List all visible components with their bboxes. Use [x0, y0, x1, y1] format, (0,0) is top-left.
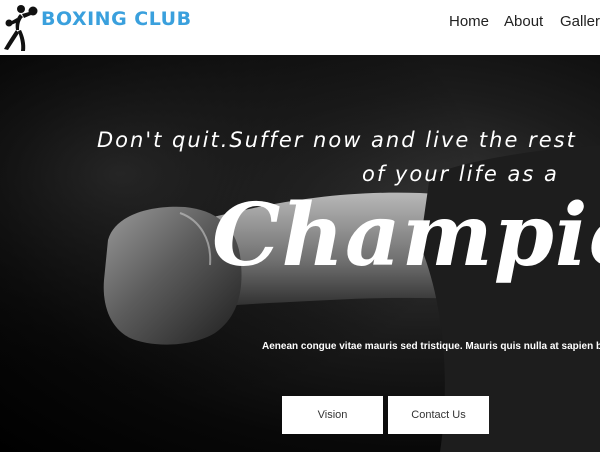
nav-home[interactable]: Home: [449, 13, 489, 30]
hero-headline: Champion: [212, 185, 600, 286]
vision-button[interactable]: Vision: [282, 396, 383, 434]
hero-section: Don't quit.Suffer now and live the rest …: [0, 55, 600, 452]
tagline-line-1: Don't quit.Suffer now and live the rest: [97, 128, 577, 152]
hero-subtext: Aenean congue vitae mauris sed tristique…: [262, 341, 600, 352]
nav-about[interactable]: About: [504, 13, 543, 30]
main-nav: Home About Gallery: [0, 13, 600, 33]
nav-gallery[interactable]: Gallery: [560, 13, 600, 30]
header: BOXING CLUB Home About Gallery: [0, 0, 600, 55]
contact-us-button[interactable]: Contact Us: [388, 396, 489, 434]
tagline-line-2: of your life as a: [362, 162, 559, 186]
